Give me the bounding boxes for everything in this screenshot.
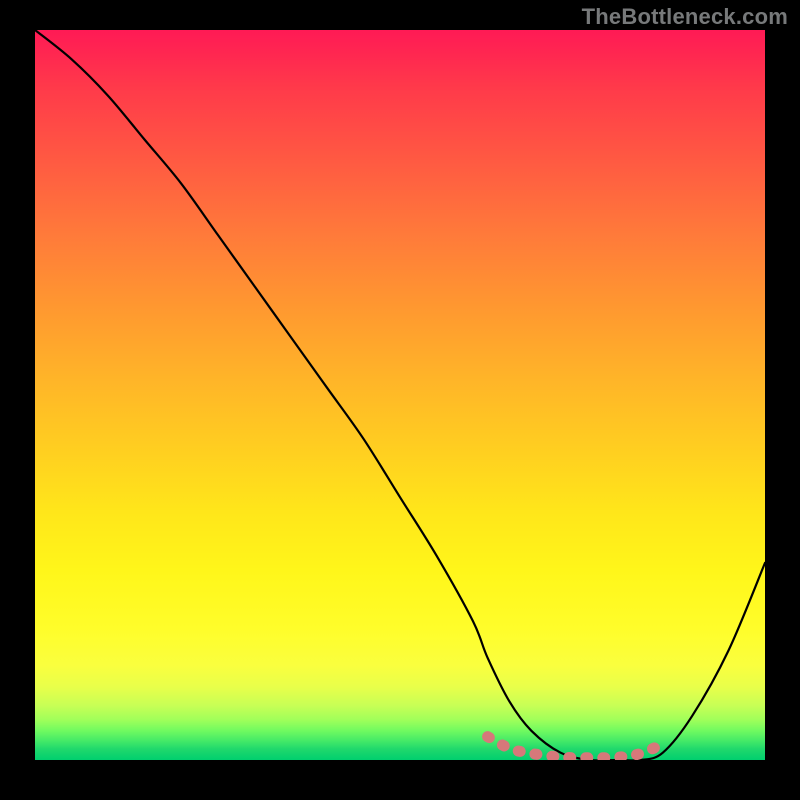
safe-zone-marker [488,737,663,758]
plot-area [35,30,765,760]
watermark-text: TheBottleneck.com [582,4,788,30]
bottleneck-curve [35,30,765,760]
chart-frame: TheBottleneck.com [0,0,800,800]
chart-svg [35,30,765,760]
